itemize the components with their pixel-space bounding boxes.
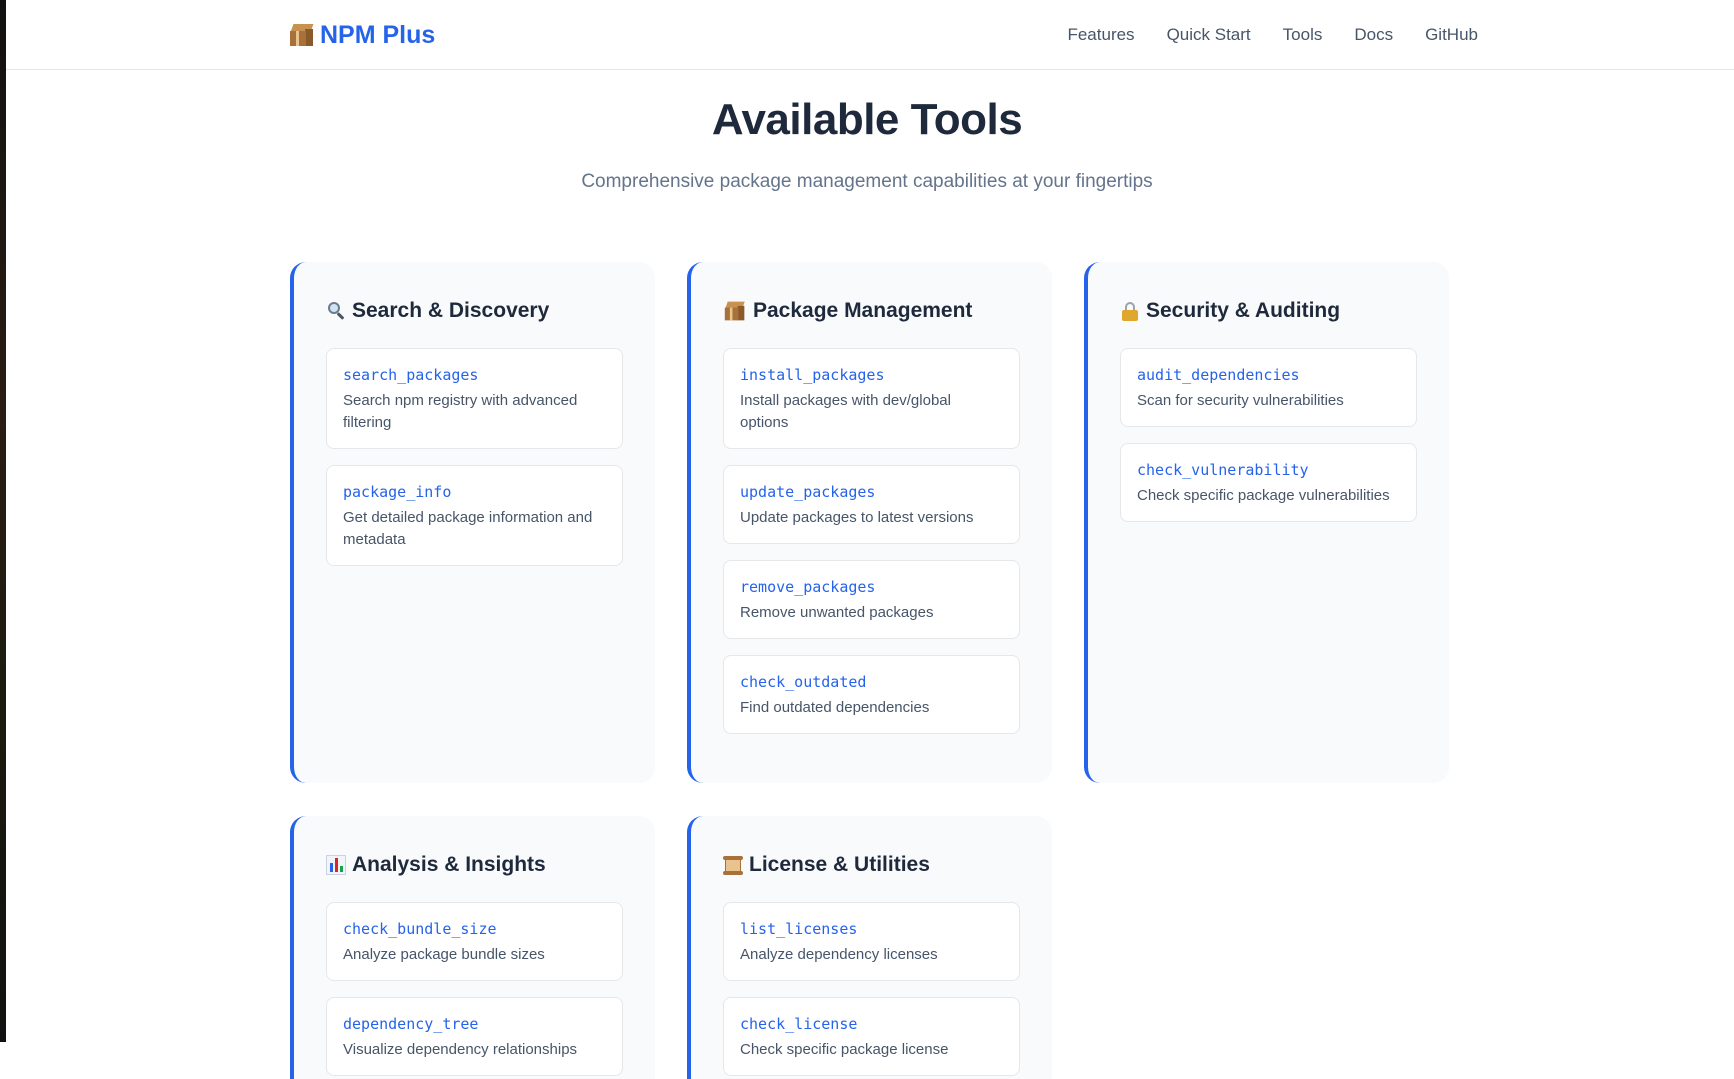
tool-card-check-outdated[interactable]: check_outdated Find outdated dependencie… [723, 655, 1020, 734]
category-title: Package Management [723, 296, 1020, 326]
tool-description: Scan for security vulnerabilities [1137, 392, 1344, 409]
category-card-license: License & Utilities list_licenses Analyz… [687, 816, 1052, 1079]
category-title-text: Package Management [753, 299, 973, 322]
tool-card-list-licenses[interactable]: list_licenses Analyze dependency license… [723, 902, 1020, 981]
tool-name: check_outdated [740, 673, 867, 691]
category-title-text: Analysis & Insights [352, 853, 546, 876]
tool-card-check-bundle-size[interactable]: check_bundle_size Analyze package bundle… [326, 902, 623, 981]
tool-description: Check specific package license [740, 1041, 949, 1058]
category-card-package-management: Package Management install_packages Inst… [687, 262, 1052, 783]
category-title: License & Utilities [723, 850, 1020, 880]
tool-card-install-packages[interactable]: install_packages Install packages with d… [723, 348, 1020, 449]
page-subtitle: Comprehensive package management capabil… [581, 171, 1153, 192]
tool-description: Install packages with dev/global options [740, 392, 951, 431]
tool-description: Visualize dependency relationships [343, 1041, 578, 1058]
site-header: NPM Plus Features Quick Start Tools Docs… [6, 0, 1734, 70]
tool-card-dependency-tree[interactable]: dependency_tree Visualize dependency rel… [326, 997, 623, 1076]
tool-card-audit-dependencies[interactable]: audit_dependencies Scan for security vul… [1120, 348, 1417, 427]
brand-logo[interactable]: NPM Plus [290, 18, 435, 52]
tool-description: Get detailed package information and met… [343, 509, 593, 548]
tool-description: Find outdated dependencies [740, 699, 930, 716]
category-card-analysis: Analysis & Insights check_bundle_size An… [290, 816, 655, 1079]
category-card-security: Security & Auditing audit_dependencies S… [1084, 262, 1449, 783]
tool-card-check-license[interactable]: check_license Check specific package lic… [723, 997, 1020, 1076]
main-nav: Features Quick Start Tools Docs GitHub [1067, 20, 1478, 50]
page-title: Available Tools [711, 95, 1023, 144]
category-title: Security & Auditing [1120, 296, 1417, 326]
tool-name: dependency_tree [343, 1015, 479, 1033]
bar-chart-icon [326, 855, 346, 875]
tool-name: check_license [740, 1015, 858, 1033]
tool-card-update-packages[interactable]: update_packages Update packages to lates… [723, 465, 1020, 544]
tool-name: list_licenses [740, 920, 858, 938]
tool-name: check_vulnerability [1137, 461, 1309, 479]
nav-link-docs[interactable]: Docs [1354, 20, 1393, 50]
scroll-icon [723, 855, 743, 875]
tool-description: Analyze package bundle sizes [343, 946, 545, 963]
brand-name: NPM Plus [320, 20, 436, 49]
tool-description: Remove unwanted packages [740, 604, 934, 621]
category-title-text: Security & Auditing [1146, 299, 1341, 322]
nav-link-github[interactable]: GitHub [1425, 20, 1478, 50]
tool-card-remove-packages[interactable]: remove_packages Remove unwanted packages [723, 560, 1020, 639]
tool-card-package-info[interactable]: package_info Get detailed package inform… [326, 465, 623, 566]
category-title: Search & Discovery [326, 296, 623, 326]
tool-name: audit_dependencies [1137, 366, 1300, 384]
tool-description: Update packages to latest versions [740, 509, 974, 526]
magnifier-icon [326, 301, 346, 321]
tool-name: check_bundle_size [343, 920, 497, 938]
background-window-edge [0, 0, 6, 1042]
tool-card-search-packages[interactable]: search_packages Search npm registry with… [326, 348, 623, 449]
nav-link-quick-start[interactable]: Quick Start [1167, 20, 1251, 50]
tool-description: Analyze dependency licenses [740, 946, 938, 963]
tool-description: Search npm registry with advanced filter… [343, 392, 578, 431]
tool-name: remove_packages [740, 578, 876, 596]
nav-link-tools[interactable]: Tools [1283, 20, 1323, 50]
tool-name: install_packages [740, 366, 885, 384]
category-title: Analysis & Insights [326, 850, 623, 880]
category-card-search: Search & Discovery search_packages Searc… [290, 262, 655, 783]
lock-icon [1120, 301, 1140, 321]
category-title-text: Search & Discovery [352, 299, 550, 322]
tool-name: search_packages [343, 366, 479, 384]
tool-name: update_packages [740, 483, 876, 501]
package-icon [290, 24, 314, 46]
tool-card-check-vulnerability[interactable]: check_vulnerability Check specific packa… [1120, 443, 1417, 522]
nav-link-features[interactable]: Features [1067, 20, 1134, 50]
package-icon [724, 301, 745, 321]
tool-description: Check specific package vulnerabilities [1137, 487, 1390, 504]
tool-name: package_info [343, 483, 452, 501]
category-title-text: License & Utilities [749, 853, 930, 876]
